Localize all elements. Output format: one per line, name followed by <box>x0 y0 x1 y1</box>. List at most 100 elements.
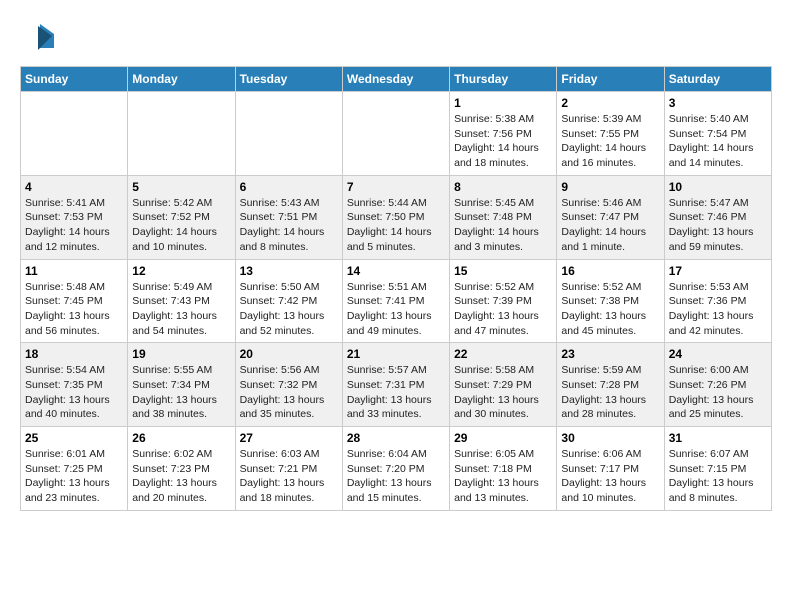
day-number: 20 <box>240 347 338 361</box>
calendar-table: SundayMondayTuesdayWednesdayThursdayFrid… <box>20 66 772 511</box>
calendar-cell <box>235 92 342 176</box>
day-number: 22 <box>454 347 552 361</box>
day-info: Sunrise: 5:48 AM Sunset: 7:45 PM Dayligh… <box>25 280 123 339</box>
day-info: Sunrise: 6:07 AM Sunset: 7:15 PM Dayligh… <box>669 447 767 506</box>
calendar-cell: 13 Sunrise: 5:50 AM Sunset: 7:42 PM Dayli… <box>235 259 342 343</box>
calendar-header-row: SundayMondayTuesdayWednesdayThursdayFrid… <box>21 67 772 92</box>
calendar-cell: 2Sunrise: 5:39 AM Sunset: 7:55 PM Daylig… <box>557 92 664 176</box>
day-info: Sunrise: 6:02 AM Sunset: 7:23 PM Dayligh… <box>132 447 230 506</box>
day-number: 31 <box>669 431 767 445</box>
day-number: 13 <box>240 264 338 278</box>
calendar-cell: 28 Sunrise: 6:04 AM Sunset: 7:20 PM Dayli… <box>342 427 449 511</box>
day-number: 11 <box>25 264 123 278</box>
day-info: Sunrise: 5:58 AM Sunset: 7:29 PM Dayligh… <box>454 363 552 422</box>
calendar-week-row: 4 Sunrise: 5:41 AM Sunset: 7:53 PM Daylig… <box>21 175 772 259</box>
column-header-sunday: Sunday <box>21 67 128 92</box>
day-info: Sunrise: 5:52 AM Sunset: 7:39 PM Dayligh… <box>454 280 552 339</box>
calendar-cell: 25 Sunrise: 6:01 AM Sunset: 7:25 PM Dayli… <box>21 427 128 511</box>
day-number: 27 <box>240 431 338 445</box>
day-info: Sunrise: 5:38 AM Sunset: 7:56 PM Dayligh… <box>454 112 552 171</box>
day-info: Sunrise: 6:03 AM Sunset: 7:21 PM Dayligh… <box>240 447 338 506</box>
day-info: Sunrise: 5:56 AM Sunset: 7:32 PM Dayligh… <box>240 363 338 422</box>
day-info: Sunrise: 5:52 AM Sunset: 7:38 PM Dayligh… <box>561 280 659 339</box>
calendar-cell: 18Sunrise: 5:54 AM Sunset: 7:35 PM Dayli… <box>21 343 128 427</box>
day-number: 26 <box>132 431 230 445</box>
calendar-cell: 7 Sunrise: 5:44 AM Sunset: 7:50 PM Daylig… <box>342 175 449 259</box>
column-header-wednesday: Wednesday <box>342 67 449 92</box>
calendar-cell: 4 Sunrise: 5:41 AM Sunset: 7:53 PM Daylig… <box>21 175 128 259</box>
calendar-week-row: 11 Sunrise: 5:48 AM Sunset: 7:45 PM Dayli… <box>21 259 772 343</box>
day-number: 29 <box>454 431 552 445</box>
calendar-cell: 16Sunrise: 5:52 AM Sunset: 7:38 PM Dayli… <box>557 259 664 343</box>
column-header-friday: Friday <box>557 67 664 92</box>
calendar-cell: 22 Sunrise: 5:58 AM Sunset: 7:29 PM Dayli… <box>450 343 557 427</box>
day-info: Sunrise: 5:39 AM Sunset: 7:55 PM Dayligh… <box>561 112 659 171</box>
calendar-cell: 3 Sunrise: 5:40 AM Sunset: 7:54 PM Daylig… <box>664 92 771 176</box>
day-info: Sunrise: 5:59 AM Sunset: 7:28 PM Dayligh… <box>561 363 659 422</box>
column-header-thursday: Thursday <box>450 67 557 92</box>
day-number: 9 <box>561 180 659 194</box>
day-info: Sunrise: 5:57 AM Sunset: 7:31 PM Dayligh… <box>347 363 445 422</box>
day-info: Sunrise: 5:46 AM Sunset: 7:47 PM Dayligh… <box>561 196 659 255</box>
calendar-cell: 14Sunrise: 5:51 AM Sunset: 7:41 PM Dayli… <box>342 259 449 343</box>
calendar-cell: 20 Sunrise: 5:56 AM Sunset: 7:32 PM Dayli… <box>235 343 342 427</box>
calendar-cell: 26 Sunrise: 6:02 AM Sunset: 7:23 PM Dayli… <box>128 427 235 511</box>
day-number: 1 <box>454 96 552 110</box>
calendar-cell: 23 Sunrise: 5:59 AM Sunset: 7:28 PM Dayli… <box>557 343 664 427</box>
page-header <box>20 20 772 56</box>
day-info: Sunrise: 5:44 AM Sunset: 7:50 PM Dayligh… <box>347 196 445 255</box>
calendar-cell: 24Sunrise: 6:00 AM Sunset: 7:26 PM Dayli… <box>664 343 771 427</box>
column-header-tuesday: Tuesday <box>235 67 342 92</box>
day-info: Sunrise: 5:47 AM Sunset: 7:46 PM Dayligh… <box>669 196 767 255</box>
day-info: Sunrise: 6:05 AM Sunset: 7:18 PM Dayligh… <box>454 447 552 506</box>
day-info: Sunrise: 5:43 AM Sunset: 7:51 PM Dayligh… <box>240 196 338 255</box>
day-number: 25 <box>25 431 123 445</box>
calendar-cell <box>342 92 449 176</box>
calendar-cell: 11 Sunrise: 5:48 AM Sunset: 7:45 PM Dayli… <box>21 259 128 343</box>
calendar-cell: 6Sunrise: 5:43 AM Sunset: 7:51 PM Daylig… <box>235 175 342 259</box>
day-number: 3 <box>669 96 767 110</box>
calendar-cell: 9 Sunrise: 5:46 AM Sunset: 7:47 PM Daylig… <box>557 175 664 259</box>
calendar-cell: 10 Sunrise: 5:47 AM Sunset: 7:46 PM Dayli… <box>664 175 771 259</box>
calendar-cell: 8 Sunrise: 5:45 AM Sunset: 7:48 PM Daylig… <box>450 175 557 259</box>
day-number: 5 <box>132 180 230 194</box>
day-info: Sunrise: 5:45 AM Sunset: 7:48 PM Dayligh… <box>454 196 552 255</box>
day-number: 8 <box>454 180 552 194</box>
day-info: Sunrise: 5:42 AM Sunset: 7:52 PM Dayligh… <box>132 196 230 255</box>
day-number: 7 <box>347 180 445 194</box>
calendar-cell: 27 Sunrise: 6:03 AM Sunset: 7:21 PM Dayli… <box>235 427 342 511</box>
logo <box>20 20 60 56</box>
day-number: 10 <box>669 180 767 194</box>
logo-icon <box>20 20 56 56</box>
day-number: 14 <box>347 264 445 278</box>
day-number: 30 <box>561 431 659 445</box>
calendar-cell: 17 Sunrise: 5:53 AM Sunset: 7:36 PM Dayli… <box>664 259 771 343</box>
day-number: 19 <box>132 347 230 361</box>
calendar-cell: 15Sunrise: 5:52 AM Sunset: 7:39 PM Dayli… <box>450 259 557 343</box>
day-info: Sunrise: 5:41 AM Sunset: 7:53 PM Dayligh… <box>25 196 123 255</box>
calendar-cell <box>128 92 235 176</box>
day-info: Sunrise: 5:53 AM Sunset: 7:36 PM Dayligh… <box>669 280 767 339</box>
day-info: Sunrise: 5:50 AM Sunset: 7:42 PM Dayligh… <box>240 280 338 339</box>
day-info: Sunrise: 6:01 AM Sunset: 7:25 PM Dayligh… <box>25 447 123 506</box>
calendar-cell <box>21 92 128 176</box>
day-number: 4 <box>25 180 123 194</box>
column-header-saturday: Saturday <box>664 67 771 92</box>
day-number: 17 <box>669 264 767 278</box>
day-number: 28 <box>347 431 445 445</box>
calendar-cell: 21Sunrise: 5:57 AM Sunset: 7:31 PM Dayli… <box>342 343 449 427</box>
day-number: 18 <box>25 347 123 361</box>
calendar-cell: 30 Sunrise: 6:06 AM Sunset: 7:17 PM Dayli… <box>557 427 664 511</box>
calendar-cell: 12Sunrise: 5:49 AM Sunset: 7:43 PM Dayli… <box>128 259 235 343</box>
day-number: 24 <box>669 347 767 361</box>
calendar-cell: 5 Sunrise: 5:42 AM Sunset: 7:52 PM Daylig… <box>128 175 235 259</box>
calendar-cell: 1 Sunrise: 5:38 AM Sunset: 7:56 PM Daylig… <box>450 92 557 176</box>
calendar-week-row: 25 Sunrise: 6:01 AM Sunset: 7:25 PM Dayli… <box>21 427 772 511</box>
day-info: Sunrise: 5:40 AM Sunset: 7:54 PM Dayligh… <box>669 112 767 171</box>
day-info: Sunrise: 6:06 AM Sunset: 7:17 PM Dayligh… <box>561 447 659 506</box>
day-number: 23 <box>561 347 659 361</box>
column-header-monday: Monday <box>128 67 235 92</box>
calendar-week-row: 18Sunrise: 5:54 AM Sunset: 7:35 PM Dayli… <box>21 343 772 427</box>
day-info: Sunrise: 6:04 AM Sunset: 7:20 PM Dayligh… <box>347 447 445 506</box>
calendar-cell: 19Sunrise: 5:55 AM Sunset: 7:34 PM Dayli… <box>128 343 235 427</box>
